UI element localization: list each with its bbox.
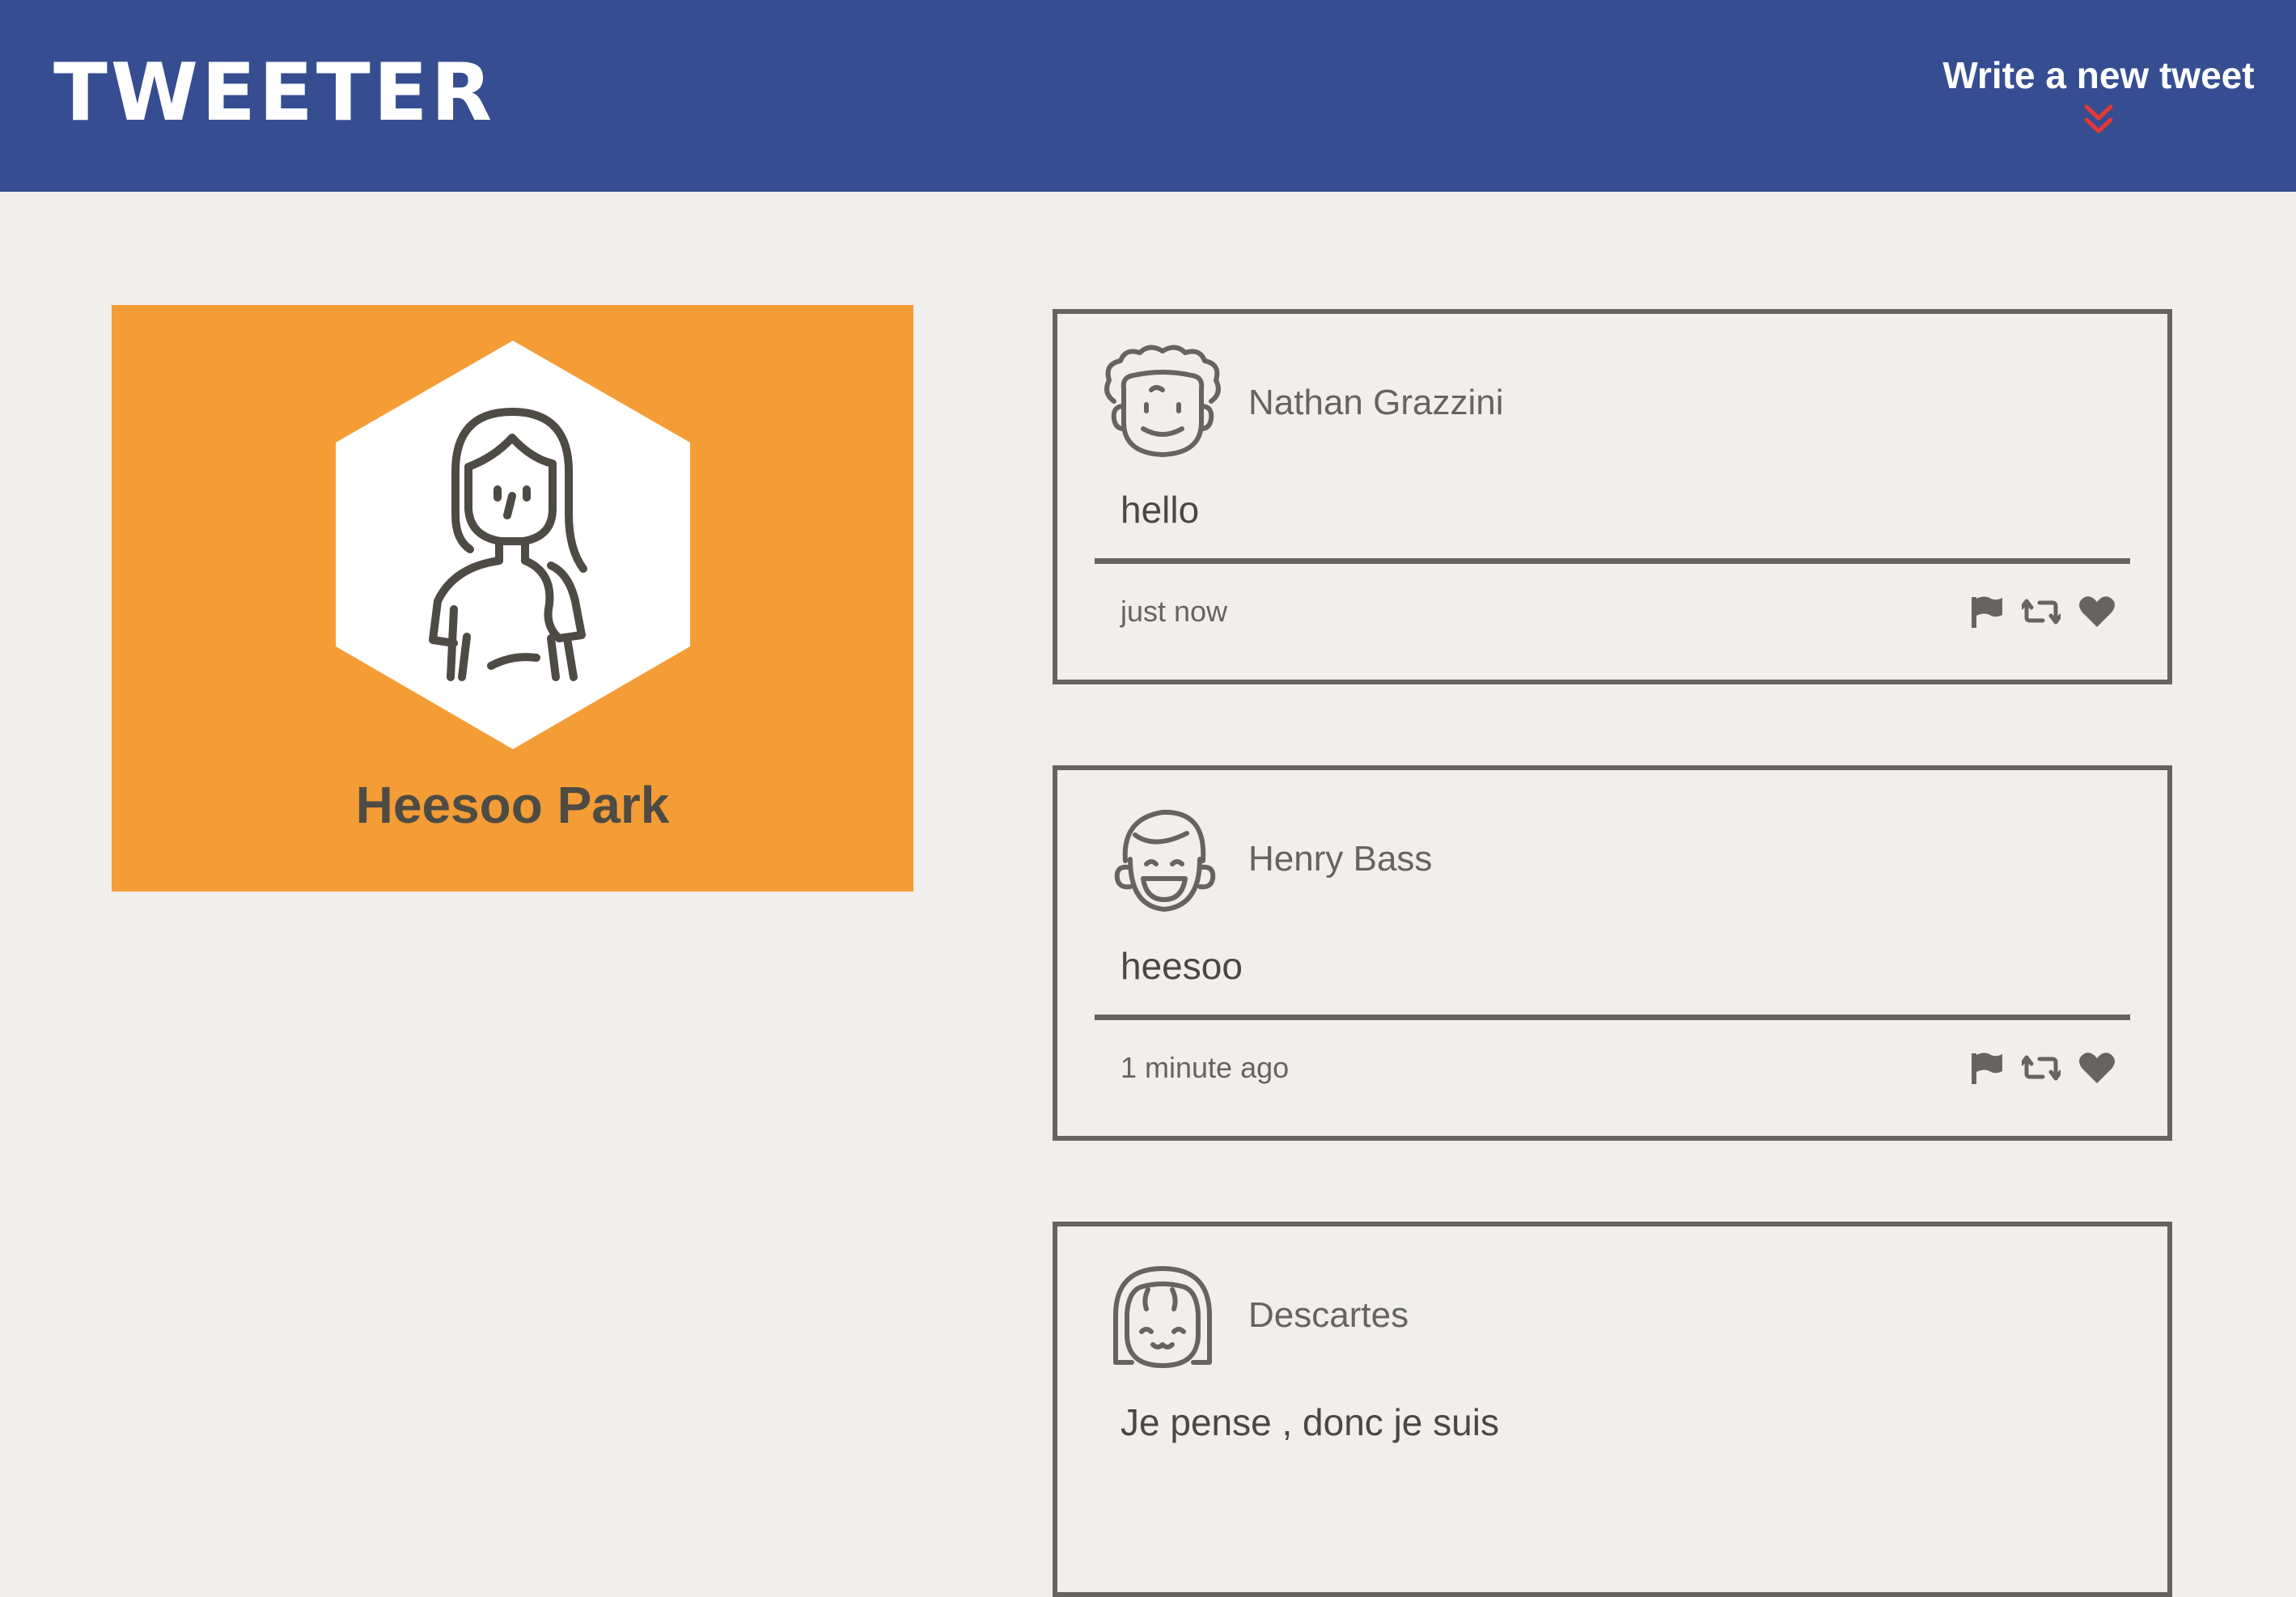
tweet-divider [1095, 558, 2130, 564]
profile-avatar [336, 341, 690, 749]
tweet-timestamp: just now [1120, 595, 1228, 628]
flag-icon[interactable] [1970, 594, 2004, 629]
compose-tweet-label[interactable]: Write a new tweet [1929, 49, 2268, 102]
tweet-actions [1970, 589, 2116, 634]
brand-logo[interactable]: TWEETER [53, 40, 495, 146]
tweet-card: Nathan Grazzini hello just now [1053, 309, 2172, 684]
tweet-body: heesoo [1120, 945, 1243, 987]
retweet-icon[interactable] [2022, 1053, 2061, 1083]
tweet-actions [1970, 1045, 2116, 1091]
tweet-author-name: Nathan Grazzini [1248, 383, 1504, 422]
heart-icon[interactable] [2078, 1051, 2116, 1085]
curly-hair-avatar-icon [1104, 345, 1221, 457]
profile-card: Heesoo Park [112, 305, 913, 892]
retweet-icon[interactable] [2022, 596, 2061, 627]
tweet-card: Henry Bass heesoo 1 minute ago [1053, 765, 2172, 1141]
bangs-avatar-icon [1113, 1266, 1212, 1368]
profile-name: Heesoo Park [355, 776, 670, 834]
tweet-timestamp: 1 minute ago [1120, 1051, 1290, 1084]
flag-icon[interactable] [1970, 1050, 2004, 1086]
compose-tweet-button[interactable]: Write a new tweet [1929, 49, 2268, 138]
double-chevron-down-icon[interactable] [2082, 102, 2115, 138]
tweet-author-name: Henry Bass [1248, 839, 1433, 879]
laughing-avatar-icon [1114, 809, 1216, 912]
heart-icon[interactable] [2078, 595, 2116, 629]
tweet-body: hello [1120, 489, 1200, 531]
tweet-card: Descartes Je pense , donc je suis [1053, 1222, 2172, 1597]
top-navbar: TWEETER Write a new tweet [0, 0, 2296, 192]
tweet-divider [1095, 1015, 2130, 1020]
tweet-author-name: Descartes [1248, 1295, 1409, 1335]
tweet-body: Je pense , donc je suis [1120, 1401, 1499, 1443]
